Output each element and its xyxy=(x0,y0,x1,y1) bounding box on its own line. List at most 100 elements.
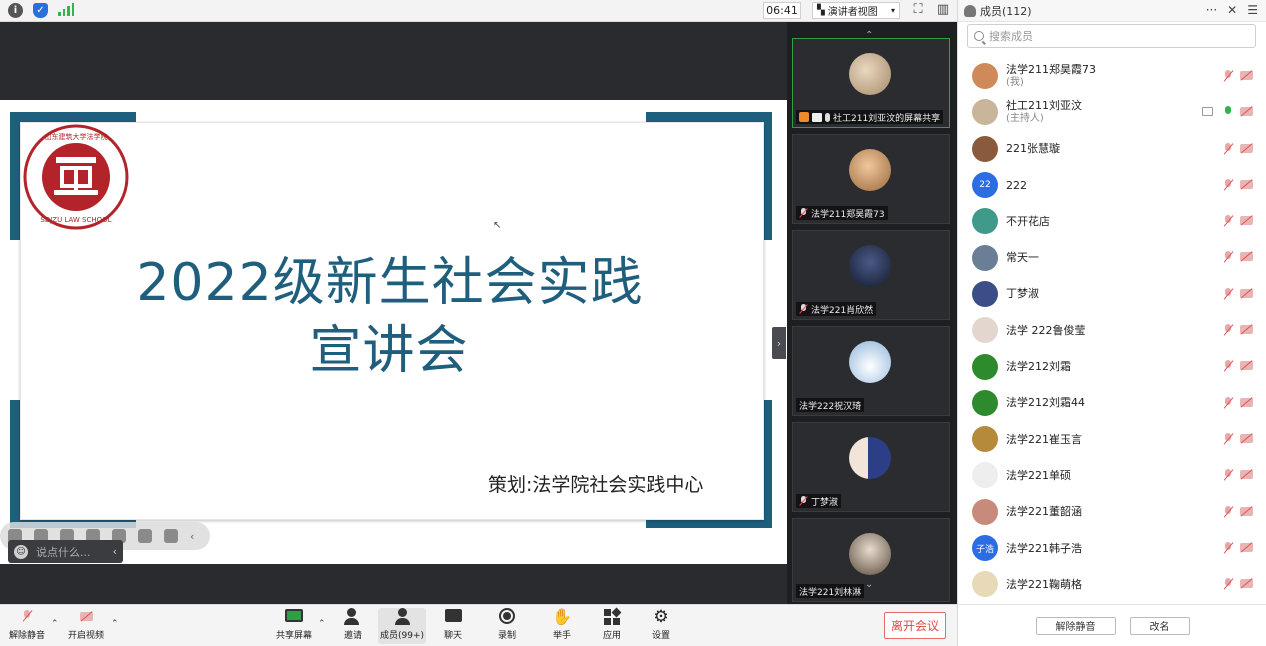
mic-muted-icon[interactable] xyxy=(1223,432,1233,445)
mic-muted-icon[interactable] xyxy=(1223,70,1233,82)
mic-muted-icon[interactable] xyxy=(1223,287,1233,300)
member-row[interactable]: 22 222 xyxy=(958,167,1266,203)
chevron-down-icon[interactable]: ⌄ xyxy=(865,579,873,590)
shield-icon[interactable]: ✓ xyxy=(33,3,48,18)
mic-muted-icon[interactable] xyxy=(1223,578,1233,590)
camera-off-icon[interactable] xyxy=(1240,579,1253,589)
more-icon[interactable]: ··· xyxy=(1206,3,1217,17)
member-row[interactable]: 丁梦淑 xyxy=(958,276,1266,312)
close-icon[interactable]: ✕ xyxy=(1227,3,1237,17)
camera-off-icon[interactable] xyxy=(1240,397,1253,407)
apps-button[interactable]: 应用 xyxy=(588,607,636,644)
comment-icon[interactable] xyxy=(138,529,152,543)
member-avatar xyxy=(972,244,998,271)
mic-muted-icon[interactable] xyxy=(1223,178,1233,191)
menu-icon[interactable]: ☰ xyxy=(1247,3,1258,17)
share-screen-icon xyxy=(284,608,304,626)
member-row[interactable]: 法学221董韶涵 xyxy=(958,494,1266,530)
tile-name-tag: 丁梦淑 xyxy=(796,494,842,508)
slide-corner xyxy=(10,400,20,528)
video-tile[interactable]: 丁梦淑 xyxy=(792,422,950,512)
collapse-icon[interactable]: ‹ xyxy=(113,545,117,558)
toggle-tiles-button[interactable]: › xyxy=(772,327,786,359)
chevron-up-icon[interactable]: ⌃ xyxy=(318,619,326,629)
member-row[interactable]: 常天一 xyxy=(958,239,1266,275)
sidebar-toggle-icon[interactable]: ▥ xyxy=(936,3,950,17)
slide-corner xyxy=(646,112,772,122)
video-tile[interactable]: 法学222祝汉琦 xyxy=(792,326,950,416)
camera-off-icon[interactable] xyxy=(1240,216,1253,226)
slide-corner xyxy=(10,112,20,240)
member-row[interactable]: 法学 222鲁俊莹 xyxy=(958,312,1266,348)
camera-off-icon[interactable] xyxy=(1240,143,1253,153)
apps-label: 应用 xyxy=(602,631,621,641)
mic-muted-icon[interactable] xyxy=(1223,469,1233,481)
search-icon xyxy=(974,31,984,41)
camera-off-icon[interactable] xyxy=(1240,542,1253,552)
members-button[interactable]: 成员(99+) xyxy=(378,608,426,644)
mic-muted-icon[interactable] xyxy=(1223,251,1233,263)
fullscreen-icon[interactable]: ⛶ xyxy=(911,3,925,17)
camera-off-icon[interactable] xyxy=(1240,361,1253,371)
camera-off-icon[interactable] xyxy=(1240,179,1253,189)
quick-chat-input[interactable]: ☺ 说点什么... ‹ xyxy=(8,540,123,563)
emoji-icon[interactable]: ☺ xyxy=(14,544,28,559)
mic-muted-icon[interactable] xyxy=(1223,324,1233,336)
unmute-button[interactable]: 解除静音 xyxy=(3,608,51,644)
record-button[interactable]: 录制 xyxy=(483,608,531,644)
rename-button[interactable]: 改名 xyxy=(1129,616,1190,635)
member-row[interactable]: 社工211刘亚汶 (主持人) xyxy=(958,94,1266,130)
member-row[interactable]: 子浩 法学221韩子浩 xyxy=(958,530,1266,566)
mic-muted-icon[interactable] xyxy=(1223,541,1233,554)
mic-muted-icon[interactable] xyxy=(1223,215,1233,227)
start-video-button[interactable]: 开启视频 xyxy=(62,608,110,644)
video-tile[interactable]: 法学221肖欣然 xyxy=(792,230,950,320)
invite-button[interactable]: 邀请 xyxy=(329,608,377,644)
member-row[interactable]: 法学221单硕 xyxy=(958,457,1266,493)
member-search-input[interactable]: 搜索成员 xyxy=(967,24,1256,48)
camera-off-icon[interactable] xyxy=(1240,433,1253,443)
member-row[interactable]: 法学221崔玉言 xyxy=(958,421,1266,457)
unmute-all-button[interactable]: 解除静音 xyxy=(1035,616,1116,635)
chevron-up-icon[interactable]: ⌃ xyxy=(51,619,59,629)
raise-hand-label: 举手 xyxy=(552,631,571,641)
camera-off-icon[interactable] xyxy=(1240,506,1253,516)
info-icon[interactable]: i xyxy=(8,3,23,18)
member-row[interactable]: 不开花店 xyxy=(958,203,1266,239)
more-icon[interactable] xyxy=(164,529,178,543)
member-info: 法学211郑昊霞73 (我) xyxy=(1006,63,1096,89)
chevron-up-icon[interactable]: ⌃ xyxy=(111,619,119,629)
mic-muted-icon[interactable] xyxy=(1223,360,1233,372)
camera-off-icon[interactable] xyxy=(1240,71,1253,80)
leave-meeting-button[interactable]: 离开会议 xyxy=(884,612,946,639)
mic-muted-icon xyxy=(799,208,808,218)
mic-muted-icon xyxy=(799,304,808,314)
raise-hand-button[interactable]: ✋ 举手 xyxy=(538,608,586,644)
camera-off-icon[interactable] xyxy=(1240,107,1253,117)
chat-button[interactable]: 聊天 xyxy=(429,608,477,644)
member-row[interactable]: 221张慧璇 xyxy=(958,131,1266,167)
tile-name: 法学211郑昊霞73 xyxy=(811,209,885,220)
members-panel: 成员(112) ··· ✕ ☰ 搜索成员 法学211郑昊霞73 (我) 社工211刘… xyxy=(957,0,1266,646)
camera-off-icon[interactable] xyxy=(1240,252,1253,262)
camera-off-icon[interactable] xyxy=(1240,325,1253,335)
video-tile[interactable]: 社工211刘亚汶的屏幕共享 xyxy=(792,38,950,128)
member-row[interactable]: 法学221鞠萌格 xyxy=(958,566,1266,602)
share-screen-button[interactable]: 共享屏幕 xyxy=(270,608,318,644)
signal-icon[interactable] xyxy=(58,3,74,16)
apps-icon xyxy=(602,607,622,626)
video-tile[interactable]: 法学211郑昊霞73 xyxy=(792,134,950,224)
settings-button[interactable]: ⚙ 设置 xyxy=(637,608,685,644)
mic-muted-icon[interactable] xyxy=(1223,142,1233,155)
mic-muted-icon[interactable] xyxy=(1223,396,1233,409)
collapse-left-icon[interactable]: ‹ xyxy=(190,530,194,543)
member-row[interactable]: 法学212刘霜44 xyxy=(958,385,1266,421)
camera-off-icon[interactable] xyxy=(1240,470,1253,480)
mic-on-icon[interactable] xyxy=(1223,106,1233,118)
member-row[interactable]: 法学211郑昊霞73 (我) xyxy=(958,58,1266,94)
view-mode-select[interactable]: ▚ 演讲者视图 ▾ xyxy=(812,2,900,19)
camera-off-icon[interactable] xyxy=(1240,288,1253,298)
member-row[interactable]: 法学212刘霜 xyxy=(958,348,1266,384)
shared-screen-stage: 山东建筑大学法学院 SDJZU LAW SCHOOL 2022级新生社会实践 宣… xyxy=(0,22,787,604)
mic-muted-icon[interactable] xyxy=(1223,505,1233,518)
